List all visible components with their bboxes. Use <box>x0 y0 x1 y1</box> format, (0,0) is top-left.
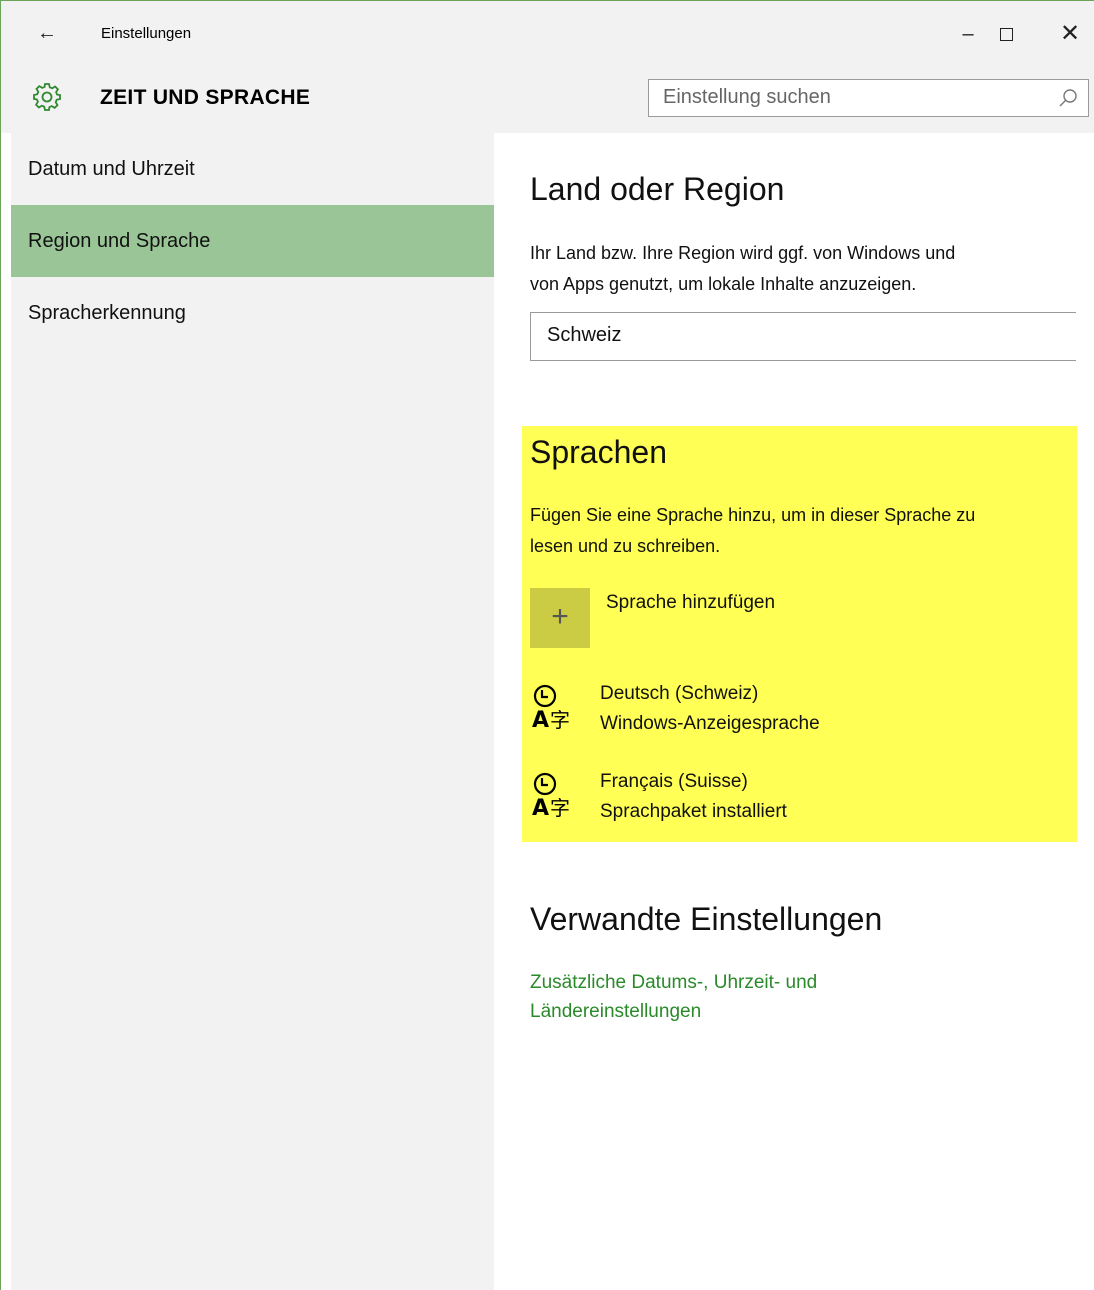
maximize-icon <box>999 28 1013 42</box>
languages-heading: Sprachen <box>530 434 667 470</box>
language-name-deutsch[interactable]: Deutsch (Schweiz) <box>600 683 758 705</box>
settings-header: ZEIT UND SPRACHE <box>1 65 1094 133</box>
add-language-label[interactable]: Sprache hinzufügen <box>606 592 775 614</box>
settings-window: ← Einstellungen – ✕ ZEIT UND SPRACHE Dat… <box>0 0 1094 1290</box>
language-icon[interactable]: A 字 <box>532 771 576 819</box>
svg-text:字: 字 <box>550 796 570 819</box>
plus-icon: + <box>551 600 569 633</box>
minimize-button[interactable]: – <box>953 19 983 49</box>
search-input[interactable] <box>663 80 1043 115</box>
svg-text:A: A <box>532 796 549 819</box>
back-arrow-icon[interactable]: ← <box>35 21 59 45</box>
language-status-francais: Sprachpaket installiert <box>600 801 787 822</box>
gear-icon <box>33 83 61 111</box>
window-title: Einstellungen <box>101 25 192 42</box>
country-select[interactable]: Schweiz <box>530 312 1076 361</box>
sidebar: Datum und Uhrzeit Region und Sprache Spr… <box>11 133 494 1290</box>
additional-settings-link-line2[interactable]: Ländereinstellungen <box>530 998 950 1026</box>
region-description-line2: von Apps genutzt, um lokale Inhalte anzu… <box>530 274 917 294</box>
add-language-button[interactable]: + <box>530 588 590 648</box>
additional-settings-link-line1[interactable]: Zusätzliche Datums-, Uhrzeit- und <box>530 969 950 997</box>
language-name-francais[interactable]: Français (Suisse) <box>600 771 748 793</box>
languages-panel: Sprachen Fügen Sie eine Sprache hinzu, u… <box>522 426 1077 842</box>
sidebar-item-spracherkennung[interactable]: Spracherkennung <box>11 277 494 349</box>
sidebar-item-region-sprache[interactable]: Region und Sprache <box>11 205 494 277</box>
maximize-button[interactable] <box>991 19 1021 49</box>
title-bar: ← Einstellungen – ✕ <box>1 1 1094 65</box>
sidebar-item-datum-uhrzeit[interactable]: Datum und Uhrzeit <box>11 133 494 205</box>
language-status-deutsch: Windows-Anzeigesprache <box>600 713 820 734</box>
search-box[interactable] <box>648 79 1089 117</box>
region-heading: Land oder Region <box>530 171 785 207</box>
region-description-line1: Ihr Land bzw. Ihre Region wird ggf. von … <box>530 243 956 263</box>
svg-text:A: A <box>532 708 549 731</box>
close-button[interactable]: ✕ <box>1055 19 1085 49</box>
main-content: Land oder Region Ihr Land bzw. Ihre Regi… <box>494 133 1094 1290</box>
search-icon[interactable] <box>1058 88 1078 108</box>
languages-description-line1: Fügen Sie eine Sprache hinzu, um in dies… <box>530 505 976 525</box>
language-icon[interactable]: A 字 <box>532 683 576 731</box>
related-settings-heading: Verwandte Einstellungen <box>530 901 883 937</box>
svg-text:字: 字 <box>550 708 570 731</box>
section-title: ZEIT UND SPRACHE <box>100 86 311 109</box>
languages-description-line2: lesen und zu schreiben. <box>530 536 721 556</box>
